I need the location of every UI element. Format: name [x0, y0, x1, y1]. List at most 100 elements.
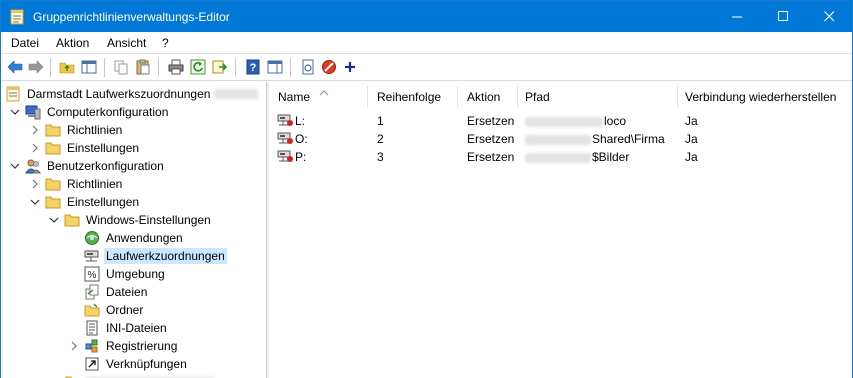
tree-item-einstellungen-computer[interactable]: Einstellungen [29, 139, 141, 157]
tree-item-label: Ordner [106, 303, 144, 317]
row-order: 1 [377, 114, 384, 128]
column-separator[interactable] [677, 86, 678, 108]
close-button[interactable] [806, 1, 852, 32]
close-icon [823, 11, 834, 22]
add-button[interactable] [341, 58, 359, 76]
chevron-right-icon[interactable] [29, 178, 41, 190]
tree-item-einstellungen-benutzer[interactable]: Einstellungen [29, 193, 141, 211]
tree-item-windows-einstellungen[interactable]: Windows-Einstellungen [48, 211, 213, 229]
tree-item-ini-dateien[interactable]: INI-Dateien [84, 319, 169, 337]
tree-item-richtlinien-computer[interactable]: Richtlinien [29, 121, 124, 139]
list-pane: Name Reihenfolge Aktion Pfad Verbindung … [269, 82, 852, 378]
registry-icon [84, 338, 100, 354]
menu-help[interactable]: ? [162, 36, 169, 50]
row-order: 2 [377, 132, 384, 146]
row-action: Ersetzen [467, 114, 515, 128]
forward-button[interactable] [27, 58, 45, 76]
tree-item-label: Richtlinien [67, 123, 123, 137]
refresh-button[interactable] [189, 58, 207, 76]
folder-icon [45, 140, 61, 156]
tree-item-registrierung[interactable]: Registrierung [68, 337, 179, 355]
gpo-editor-window: Gruppenrichtlinienverwaltungs-Editor Dat… [0, 0, 853, 378]
folder-icon [45, 122, 61, 138]
column-separator[interactable] [517, 86, 518, 108]
export-icon [212, 60, 228, 74]
window-title: Gruppenrichtlinienverwaltungs-Editor [33, 10, 230, 24]
menu-datei[interactable]: Datei [11, 36, 39, 50]
row-reconnect: Ja [685, 132, 698, 146]
column-header-verbindung[interactable]: Verbindung wiederherstellen [685, 90, 836, 104]
tree-item-label: Umgebung [106, 267, 165, 281]
column-header-aktion[interactable]: Aktion [467, 90, 500, 104]
row-action: Ersetzen [467, 150, 515, 164]
show-hide-tree-button[interactable] [80, 58, 98, 76]
column-header-name[interactable]: Name [278, 90, 310, 104]
chevron-right-icon[interactable] [29, 142, 41, 154]
tree-item-label: INI-Dateien [106, 321, 167, 335]
show-hide-tree-icon [81, 60, 97, 74]
back-button[interactable] [6, 58, 24, 76]
column-separator[interactable] [457, 86, 458, 108]
stop-button[interactable] [320, 58, 338, 76]
stop-icon [322, 60, 336, 74]
add-icon [345, 62, 355, 72]
toolbar: ? [1, 53, 852, 81]
mapped-drive-icon [277, 131, 293, 145]
chevron-down-icon[interactable] [48, 214, 60, 226]
properties-icon [302, 59, 314, 75]
tree-item-dateien[interactable]: Dateien [84, 283, 149, 301]
tree-item-label: Benutzerkonfiguration [47, 159, 164, 173]
tree-item-label: Anwendungen [106, 231, 183, 245]
folder-icon [65, 374, 81, 378]
redacted-text [525, 134, 591, 145]
chevron-right-icon[interactable] [68, 340, 80, 352]
folder-icon [45, 176, 61, 192]
column-header-pfad[interactable]: Pfad [525, 90, 550, 104]
export-button[interactable] [211, 58, 229, 76]
tree-item-laufwerkzuordnungen[interactable]: Laufwerkzuordnungen [84, 247, 227, 265]
row-order: 3 [377, 150, 384, 164]
menu-ansicht[interactable]: Ansicht [107, 36, 146, 50]
tree-item-label: Registrierung [106, 339, 178, 353]
redacted-text [525, 152, 591, 163]
app-icon [10, 9, 24, 25]
up-folder-icon [59, 62, 75, 74]
maximize-button[interactable] [760, 1, 806, 32]
tree-item-cutoff [65, 373, 215, 378]
tree-item-richtlinien-benutzer[interactable]: Richtlinien [29, 175, 124, 193]
tree-item-umgebung[interactable]: % Umgebung [84, 265, 167, 283]
row-path: Shared\Firma [525, 132, 665, 146]
row-name: P: [295, 150, 307, 164]
tree-item-label: Einstellungen [67, 141, 140, 155]
tree-item-verknuepfungen[interactable]: Verknüpfungen [84, 355, 189, 373]
show-action-pane-button[interactable] [266, 58, 284, 76]
files-icon [84, 284, 100, 300]
redacted-text [214, 89, 259, 99]
tree-item-benutzerkonfiguration[interactable]: Benutzerkonfiguration [9, 157, 166, 175]
tree-root[interactable]: Darmstadt Laufwerkszuordnungen [5, 85, 259, 103]
help-button[interactable]: ? [244, 58, 262, 76]
chevron-down-icon[interactable] [29, 196, 41, 208]
menu-aktion[interactable]: Aktion [56, 36, 89, 50]
chevron-down-icon[interactable] [9, 106, 21, 118]
column-separator[interactable] [367, 86, 368, 108]
tree-item-ordner[interactable]: Ordner [84, 301, 145, 319]
up-folder-button[interactable] [58, 58, 76, 76]
minimize-button[interactable] [714, 1, 760, 32]
print-icon [168, 59, 184, 75]
copy-button[interactable] [112, 58, 130, 76]
menu-bar: Datei Aktion Ansicht ? [1, 32, 852, 53]
row-action: Ersetzen [467, 132, 515, 146]
chevron-right-icon[interactable] [29, 124, 41, 136]
applications-icon [84, 230, 100, 246]
print-button[interactable] [167, 58, 185, 76]
minimize-icon [731, 16, 742, 18]
refresh-icon [190, 59, 206, 75]
paste-button[interactable] [134, 58, 152, 76]
column-header-reihenfolge[interactable]: Reihenfolge [377, 90, 441, 104]
properties-button[interactable] [299, 58, 317, 76]
tree-item-anwendungen[interactable]: Anwendungen [84, 229, 185, 247]
row-name: L: [295, 114, 306, 128]
chevron-down-icon[interactable] [9, 160, 21, 172]
tree-item-computerkonfiguration[interactable]: Computerkonfiguration [9, 103, 170, 121]
